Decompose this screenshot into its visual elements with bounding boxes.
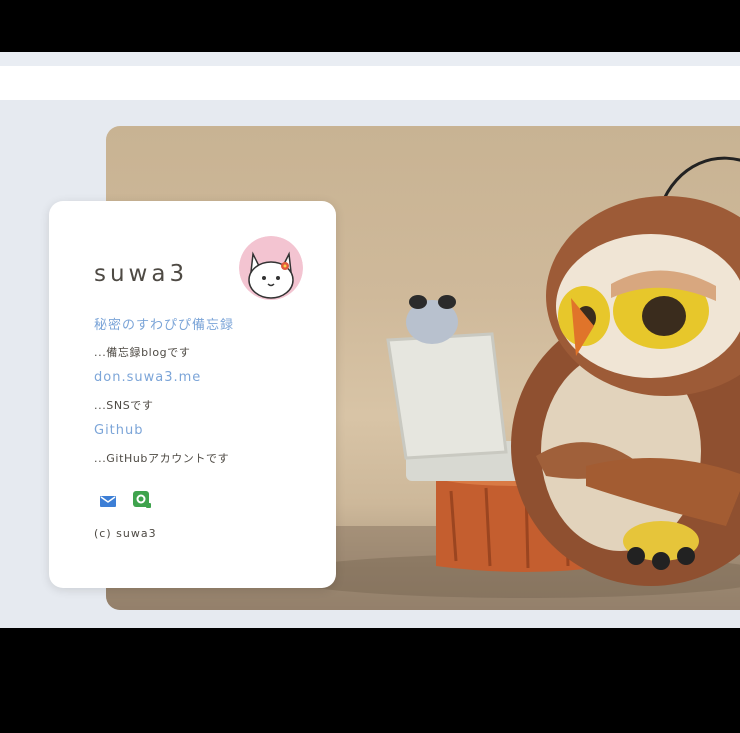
site-title: suwa3 xyxy=(94,261,189,287)
top-white-band xyxy=(0,66,740,100)
link-sns-description: ...SNSです xyxy=(94,399,154,412)
avatar xyxy=(239,236,303,300)
mastodon-icon[interactable] xyxy=(133,491,151,509)
link-github-description: ...GitHubアカウントです xyxy=(94,452,230,465)
top-black-bar xyxy=(0,0,740,52)
link-sns[interactable]: don.suwa3.me xyxy=(94,370,201,385)
laptop-screen xyxy=(386,332,508,460)
link-github[interactable]: Github xyxy=(94,423,144,438)
top-gray-band xyxy=(0,52,740,66)
bottom-black-bar xyxy=(0,628,740,733)
profile-card: suwa3 秘密のすわぴぴ備忘録 ...備忘録blogです don.suwa3.… xyxy=(49,201,336,588)
copyright: (c) suwa3 xyxy=(94,527,157,540)
hero-section: suwa3 秘密のすわぴぴ備忘録 ...備忘録blogです don.suwa3.… xyxy=(0,100,740,628)
link-blog[interactable]: 秘密のすわぴぴ備忘録 xyxy=(94,314,234,333)
link-blog-description: ...備忘録blogです xyxy=(94,346,191,359)
mail-icon[interactable] xyxy=(100,493,118,511)
